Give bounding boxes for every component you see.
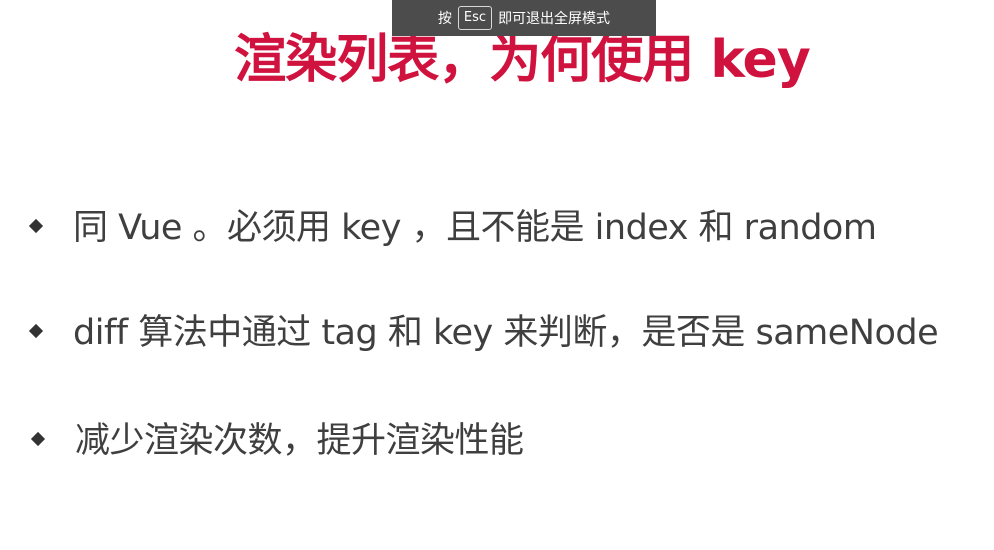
bullet-item: diff 算法中通过 tag 和 key 来判断，是否是 sameNode <box>0 305 994 365</box>
hint-suffix: 即可退出全屏模式 <box>498 11 611 27</box>
diamond-bullet-icon <box>30 431 46 447</box>
slide-title: 渲染列表，为何使用 key <box>234 30 810 90</box>
diamond-bullet-icon <box>28 218 44 234</box>
bullet-item: 减少渲染次数，提升渲染性能 <box>0 413 994 473</box>
fullscreen-exit-hint: 按 Esc 即可退出全屏模式 <box>392 0 656 36</box>
bullet-text: 同 Vue 。必须用 key ，且不能是 index 和 random <box>73 208 877 248</box>
bullet-text: 减少渲染次数，提升渲染性能 <box>75 421 524 461</box>
esc-key-badge: Esc <box>457 6 493 30</box>
bullet-item: 同 Vue 。必须用 key ，且不能是 index 和 random <box>0 200 994 260</box>
bullet-text: diff 算法中通过 tag 和 key 来判断，是否是 sameNode <box>73 313 939 353</box>
hint-prefix: 按 <box>437 11 452 27</box>
diamond-bullet-icon <box>28 323 44 339</box>
slide: 按 Esc 即可退出全屏模式 渲染列表，为何使用 key 同 Vue 。必须用 … <box>0 0 994 550</box>
